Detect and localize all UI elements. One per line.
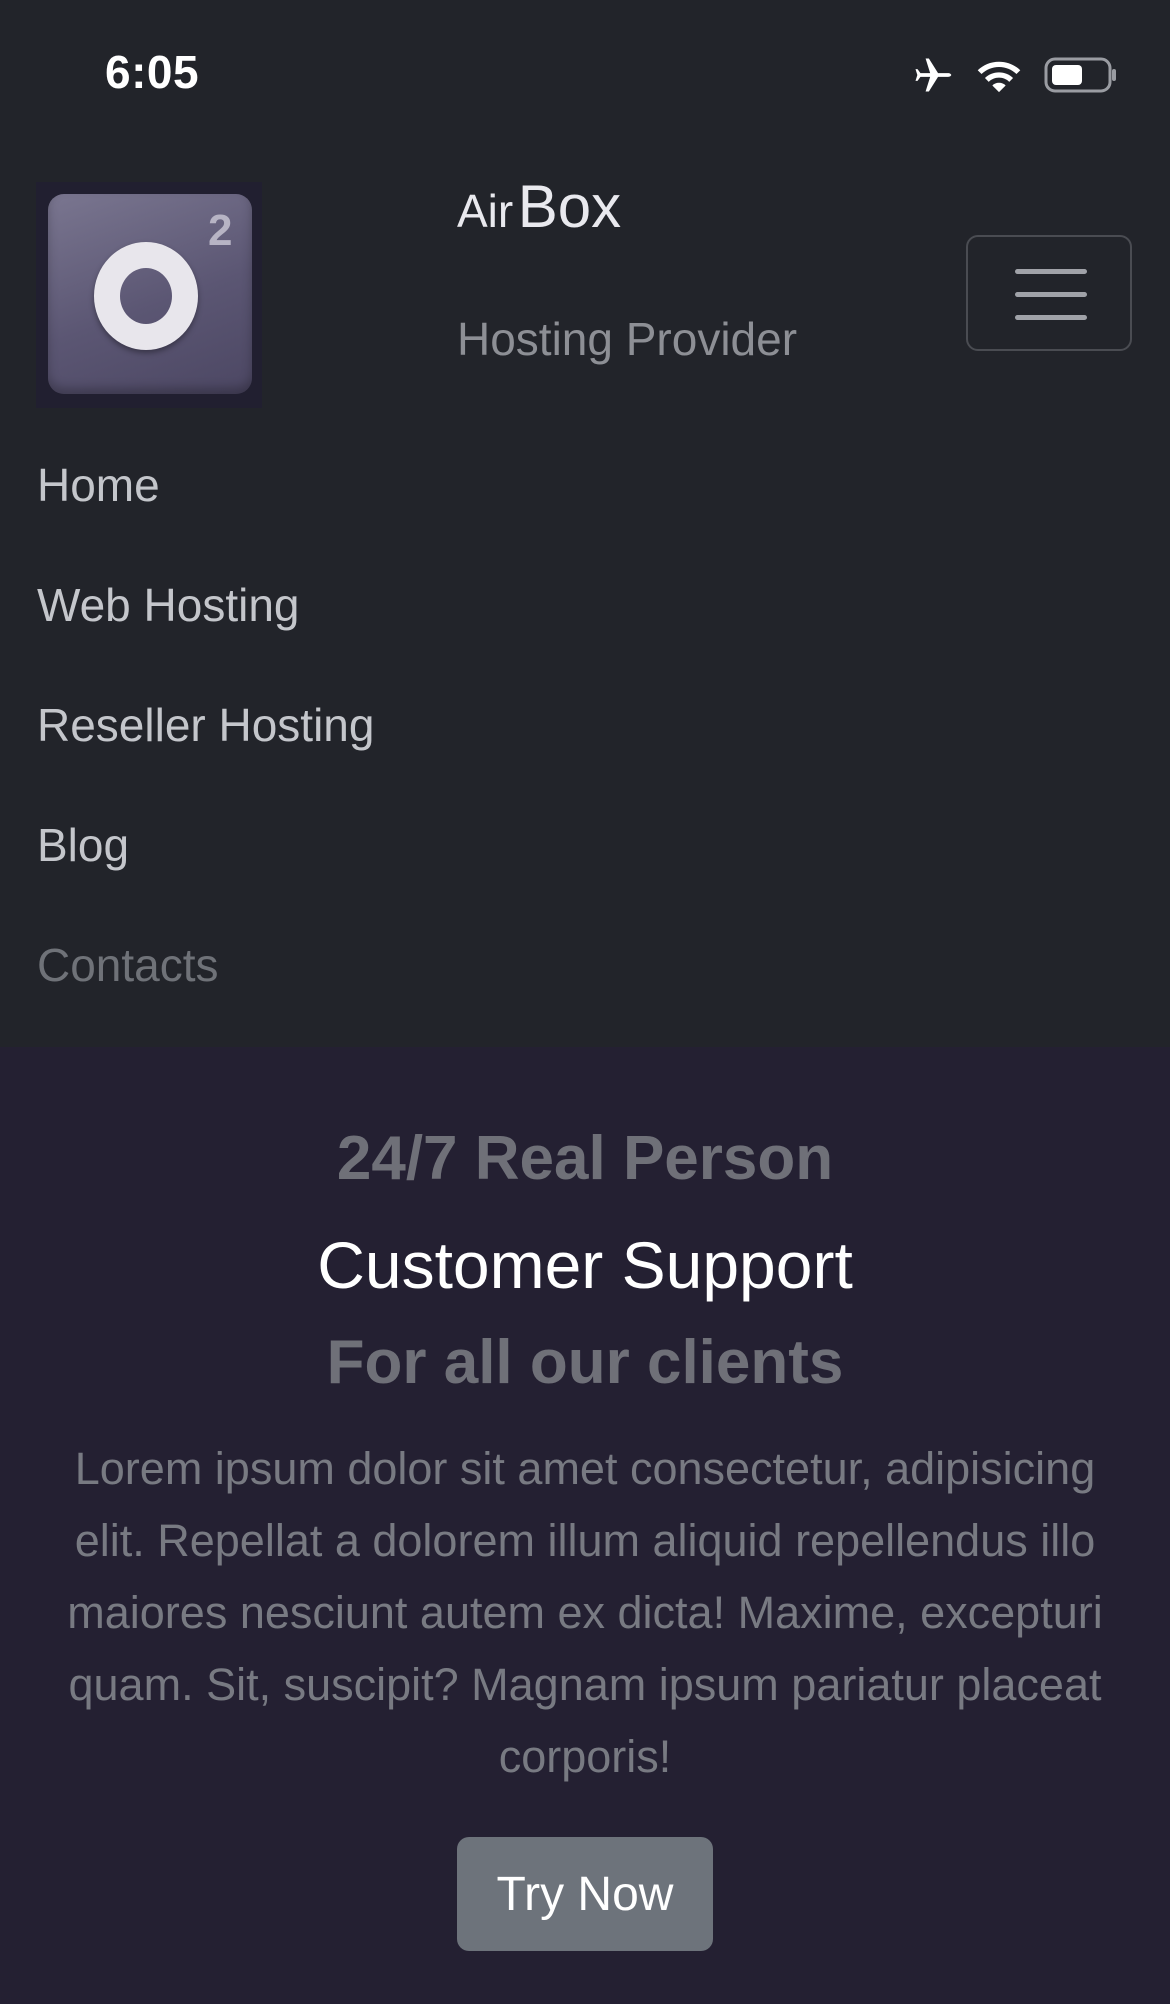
- logo[interactable]: 2: [36, 182, 262, 408]
- brand-small: Air: [457, 185, 514, 237]
- nav-item-blog[interactable]: Blog: [37, 815, 374, 935]
- logo-superscript: 2: [208, 206, 233, 255]
- hero-heading-line1: 24/7 Real Person: [336, 1124, 834, 1193]
- airplane-icon: [910, 53, 954, 97]
- brand-large: Box: [517, 173, 622, 240]
- hero-heading-line2: Customer Support: [317, 1228, 853, 1302]
- battery-icon: [1044, 56, 1118, 94]
- status-icons: [910, 52, 1118, 98]
- try-now-button[interactable]: Try Now: [457, 1837, 713, 1951]
- hero-heading-line3: For all our clients: [326, 1328, 844, 1397]
- navbar: 6:05 2 Air Box Hosting Provider Home Web…: [0, 0, 1170, 1047]
- brand-title[interactable]: Air Box: [457, 172, 621, 241]
- nav-item-contacts[interactable]: Contacts: [37, 935, 374, 1055]
- logo-letter-o: [94, 242, 198, 350]
- nav-item-web-hosting[interactable]: Web Hosting: [37, 575, 374, 695]
- wifi-icon: [976, 56, 1022, 94]
- nav-item-home[interactable]: Home: [37, 455, 374, 575]
- nav-menu: Home Web Hosting Reseller Hosting Blog C…: [37, 455, 374, 1055]
- hero-lead-text: Lorem ipsum dolor sit amet consectetur, …: [67, 1443, 1103, 1782]
- hero-section: 24/7 Real Person Customer Support For al…: [0, 1047, 1170, 2004]
- menu-toggle-button[interactable]: [966, 235, 1132, 351]
- status-time: 6:05: [105, 46, 200, 98]
- brand-subtitle: Hosting Provider: [457, 313, 798, 365]
- nav-item-reseller-hosting[interactable]: Reseller Hosting: [37, 695, 374, 815]
- logo-tile: 2: [48, 194, 252, 394]
